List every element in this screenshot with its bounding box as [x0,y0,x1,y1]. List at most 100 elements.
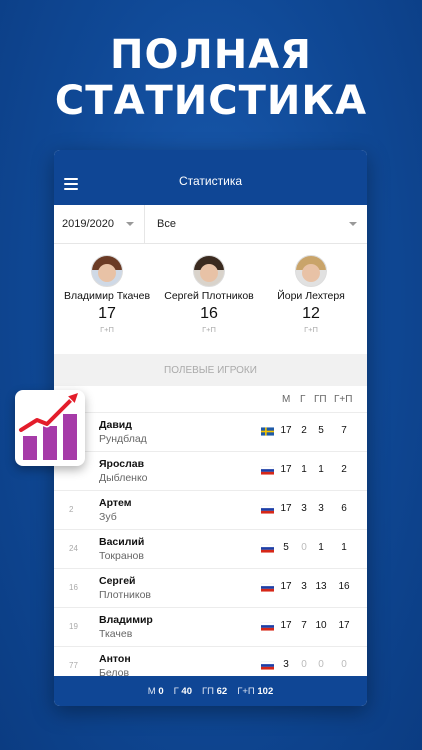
table-row[interactable]: Ярослав Дыбленко 17 1 1 2 [54,451,367,490]
player-first-name: Владимир [99,614,153,626]
stat-points: 7 [341,425,347,436]
stat-points: 2 [341,464,347,475]
players-table: Давид Рундблад 17 2 5 7 Ярослав Дыбленко… [54,412,367,685]
stat-assists: 13 [315,581,327,592]
table-row[interactable]: 19 Владимир Ткачев 17 7 10 17 [54,607,367,646]
stat-assists: 10 [315,620,327,631]
stat-games: 17 [280,464,292,475]
player-number: 16 [69,583,78,592]
player-last-name: Токранов [99,550,144,562]
leader-stat-label: Г+П [304,325,318,334]
sweden-flag-icon [261,427,274,436]
stat-points: 0 [341,659,347,670]
avatar [295,255,327,287]
stat-games: 5 [283,542,289,553]
player-number: 2 [69,505,74,514]
player-last-name: Ткачев [99,628,133,640]
total-games: М 0 [147,685,164,697]
leader-name: Сергей Плотников [164,290,254,302]
avatar [91,255,123,287]
promo-title-line2: СТАТИСТИКА [54,78,368,124]
col-header-points[interactable]: Г+П [334,394,352,405]
player-last-name: Плотников [99,589,152,601]
col-header-games[interactable]: М [282,394,290,405]
stat-assists: 0 [318,659,324,670]
leader-value: 12 [302,305,320,322]
player-last-name: Дыбленко [99,472,148,484]
russia-flag-icon [261,661,274,670]
leader-card[interactable]: Владимир Ткачев 17 Г+П [57,255,157,354]
stat-points: 6 [341,503,347,514]
stat-goals: 2 [301,425,307,436]
hamburger-menu-icon[interactable] [64,178,78,193]
player-last-name: Рундблад [99,433,147,445]
stat-goals: 0 [301,659,307,670]
total-assists: ГП 62 [202,685,228,697]
stat-assists: 1 [318,542,324,553]
filters-bar: 2019/2020 Все [54,205,367,244]
promo-title-line1: ПОЛНАЯ [110,32,312,78]
stat-games: 17 [280,503,292,514]
leader-stat-label: Г+П [202,325,216,334]
leader-name: Йори Лехтеря [277,290,345,302]
table-row[interactable]: 16 Сергей Плотников 17 3 13 16 [54,568,367,607]
table-row[interactable]: 2 Артем Зуб 17 3 3 6 [54,490,367,529]
chevron-down-icon [349,222,357,226]
table-header: М Г ГП Г+П [54,386,367,412]
player-number: 19 [69,622,78,631]
app-bar: Статистика [54,150,367,205]
stat-games: 3 [283,659,289,670]
player-number: 77 [69,661,78,670]
leader-name: Владимир Ткачев [63,290,151,302]
leader-card[interactable]: Сергей Плотников 16 Г+П [159,255,259,354]
leaders-panel: Владимир Ткачев 17 Г+П Сергей Плотников … [54,244,367,354]
stat-points: 17 [338,620,350,631]
russia-flag-icon [261,505,274,514]
stat-assists: 3 [318,503,324,514]
stat-goals: 0 [301,542,307,553]
russia-flag-icon [261,622,274,631]
team-dropdown[interactable]: Все [145,205,367,243]
russia-flag-icon [261,544,274,553]
stat-assists: 5 [318,425,324,436]
table-row[interactable]: 24 Василий Токранов 5 0 1 1 [54,529,367,568]
col-header-assists[interactable]: ГП [314,394,327,405]
player-number: 24 [69,544,78,553]
chevron-down-icon [126,222,134,226]
season-dropdown[interactable]: 2019/2020 [54,205,145,243]
stat-goals: 7 [301,620,307,631]
player-first-name: Давид [99,419,132,431]
total-goals: Г 40 [173,685,192,697]
russia-flag-icon [261,466,274,475]
leader-value: 17 [98,305,116,322]
phone-screen: Статистика 2019/2020 Все Владимир Ткачев… [54,150,367,706]
stat-games: 17 [280,425,292,436]
leader-value: 16 [200,305,218,322]
season-value: 2019/2020 [62,218,114,230]
stat-goals: 1 [301,464,307,475]
stat-assists: 1 [318,464,324,475]
table-row[interactable]: Давид Рундблад 17 2 5 7 [54,412,367,451]
stat-goals: 3 [301,581,307,592]
section-title: ПОЛЕВЫЕ ИГРОКИ [164,364,257,376]
player-first-name: Василий [99,536,145,548]
team-value: Все [157,218,176,230]
stat-games: 17 [280,581,292,592]
stat-points: 1 [341,542,347,553]
player-first-name: Антон [99,653,131,665]
stat-goals: 3 [301,503,307,514]
player-first-name: Ярослав [99,458,145,470]
growth-chart-badge-icon [15,390,85,466]
russia-flag-icon [261,583,274,592]
player-first-name: Артем [99,497,132,509]
stat-games: 17 [280,620,292,631]
player-last-name: Зуб [99,511,117,523]
col-header-goals[interactable]: Г [300,394,305,405]
app-bar-title: Статистика [178,173,243,188]
stat-points: 16 [338,581,350,592]
bar-chart-arrow-icon [17,391,80,460]
avatar [193,255,225,287]
leader-card[interactable]: Йори Лехтеря 12 Г+П [261,255,361,354]
total-points: Г+П 102 [237,685,274,697]
section-header-field-players: ПОЛЕВЫЕ ИГРОКИ [54,354,367,386]
